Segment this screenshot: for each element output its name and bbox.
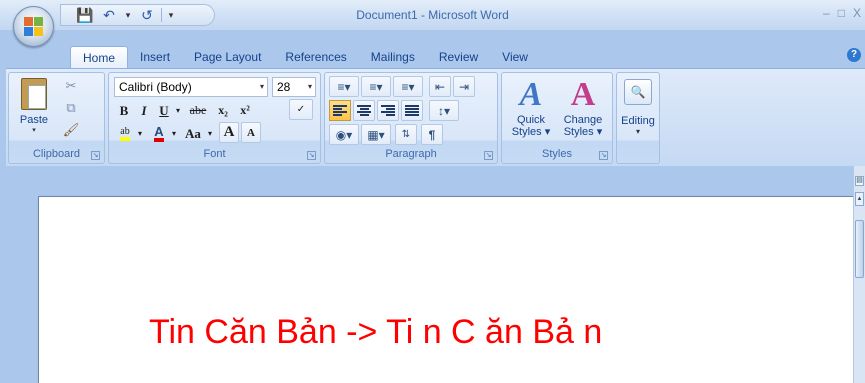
styles-group: A Quick Styles ▾ A Change Styles ▾ Style… <box>501 72 613 164</box>
paste-icon <box>21 78 47 110</box>
tab-references[interactable]: References <box>273 46 358 68</box>
tab-review[interactable]: Review <box>427 46 490 68</box>
shading-icon[interactable]: ◉▾ <box>329 124 359 145</box>
scroll-up-icon[interactable]: ▲ <box>855 192 864 206</box>
window-title: Document1 - Microsoft Word <box>356 8 509 22</box>
title-bar: 💾 ↶ ▾ ↺ ▾ Document1 - Microsoft Word – □… <box>0 0 865 30</box>
justify-icon[interactable] <box>401 100 423 121</box>
italic-button[interactable]: I <box>135 100 153 121</box>
shrink-font-button[interactable]: A <box>241 122 261 143</box>
clipboard-group-label: Clipboard <box>32 148 81 160</box>
chevron-down-icon: ▾ <box>635 127 640 136</box>
decrease-indent-icon[interactable]: ⇤ <box>429 76 451 97</box>
font-size-value: 28 <box>277 80 291 94</box>
tab-insert[interactable]: Insert <box>128 46 182 68</box>
document-page[interactable]: Tin Căn Bản -> Ti n C ăn Bả n <box>38 196 855 383</box>
quick-styles-icon: A <box>519 76 543 113</box>
superscript-button[interactable]: x² <box>235 100 255 121</box>
align-center-icon[interactable] <box>353 100 375 121</box>
underline-button[interactable]: U <box>155 100 173 121</box>
chevron-down-icon: ▾ <box>32 127 36 134</box>
editing-group[interactable]: 🔍 Editing ▾ <box>616 72 660 164</box>
dialog-launcher-icon[interactable]: ↘ <box>599 151 608 160</box>
change-case-button[interactable]: Aa <box>181 123 205 144</box>
change-styles-button[interactable]: A Change Styles ▾ <box>558 76 608 146</box>
clipboard-group: Paste ▾ ✂ ⧉ 🖌 Clipboard ↘ <box>8 72 105 164</box>
borders-icon[interactable]: ▦▾ <box>361 124 391 145</box>
chevron-down-icon[interactable]: ▾ <box>205 123 215 144</box>
chevron-down-icon[interactable]: ▾ <box>260 78 264 96</box>
vertical-scrollbar[interactable]: ▤ ▲ <box>853 166 865 383</box>
office-button[interactable] <box>13 6 54 47</box>
copy-icon[interactable]: ⧉ <box>61 98 81 118</box>
cut-icon[interactable]: ✂ <box>61 76 81 96</box>
quick-styles-button[interactable]: A Quick Styles ▾ <box>506 76 556 146</box>
tab-mailings[interactable]: Mailings <box>359 46 427 68</box>
show-marks-button[interactable]: ¶ <box>421 124 443 145</box>
strikethrough-button[interactable]: abe <box>185 100 211 121</box>
minimize-button[interactable]: – <box>823 6 830 20</box>
font-group: Calibri (Body) ▾ 28 ▾ B I U ▾ abe x₂ x² … <box>108 72 321 164</box>
bullets-icon[interactable]: ≡▾ <box>329 76 359 97</box>
styles-group-label: Styles <box>542 148 572 160</box>
align-left-icon[interactable] <box>329 100 351 121</box>
document-text[interactable]: Tin Căn Bản -> Ti n C ăn Bả n <box>149 313 602 352</box>
sort-icon[interactable]: ⇅ <box>395 124 417 145</box>
change-styles-icon: A <box>570 76 596 113</box>
dialog-launcher-icon[interactable]: ↘ <box>91 151 100 160</box>
office-logo-icon <box>24 17 44 37</box>
numbering-icon[interactable]: ≡▾ <box>361 76 391 97</box>
quick-styles-label-2: Styles <box>511 126 542 138</box>
font-color-icon[interactable]: A <box>149 123 169 144</box>
close-button[interactable]: X <box>853 6 861 20</box>
view-ruler-icon[interactable]: ▤ <box>855 176 864 186</box>
editing-label: Editing <box>621 115 655 127</box>
dialog-launcher-icon[interactable]: ↘ <box>484 151 493 160</box>
dialog-launcher-icon[interactable]: ↘ <box>307 151 316 160</box>
maximize-button[interactable]: □ <box>838 6 845 20</box>
subscript-button[interactable]: x₂ <box>213 100 233 121</box>
binoculars-icon: 🔍 <box>624 79 652 105</box>
change-styles-label-1: Change <box>563 114 603 126</box>
paragraph-group-label: Paragraph <box>385 148 437 160</box>
document-workspace: Tin Căn Bản -> Ti n C ăn Bả n <box>0 166 855 383</box>
paragraph-group: ≡▾ ≡▾ ≡▾ ⇤ ⇥ ↕▾ ◉▾ ▦▾ ⇅ ¶ Paragraph ↘ <box>324 72 498 164</box>
format-painter-icon[interactable]: 🖌 <box>61 120 81 140</box>
clear-formatting-icon[interactable]: ✓ <box>289 99 313 120</box>
paste-button[interactable]: Paste ▾ <box>13 76 55 146</box>
chevron-down-icon[interactable]: ▾ <box>308 78 312 96</box>
line-spacing-icon[interactable]: ↕▾ <box>429 100 459 121</box>
chevron-down-icon[interactable]: ▾ <box>169 123 179 144</box>
tab-view[interactable]: View <box>490 46 540 68</box>
chevron-down-icon[interactable]: ▾ <box>173 100 183 121</box>
scrollbar-thumb[interactable] <box>855 220 864 278</box>
bold-button[interactable]: B <box>115 100 133 121</box>
chevron-down-icon[interactable]: ▾ <box>135 123 145 144</box>
change-styles-label-2: Styles <box>563 126 594 138</box>
font-name-value: Calibri (Body) <box>119 80 192 94</box>
font-name-combo[interactable]: Calibri (Body) ▾ <box>114 77 268 97</box>
ribbon: Paste ▾ ✂ ⧉ 🖌 Clipboard ↘ Calibri (Body)… <box>6 68 865 166</box>
quick-styles-label-1: Quick <box>516 114 546 126</box>
grow-font-button[interactable]: A <box>219 122 239 143</box>
multilevel-list-icon[interactable]: ≡▾ <box>393 76 423 97</box>
paste-label: Paste <box>19 114 49 126</box>
font-size-combo[interactable]: 28 ▾ <box>272 77 316 97</box>
increase-indent-icon[interactable]: ⇥ <box>453 76 475 97</box>
align-right-icon[interactable] <box>377 100 399 121</box>
tab-home[interactable]: Home <box>70 46 129 69</box>
font-group-label: Font <box>203 148 226 160</box>
help-icon[interactable]: ? <box>847 48 861 62</box>
tab-page-layout[interactable]: Page Layout <box>182 46 273 68</box>
ribbon-tabs: Home Insert Page Layout References Maili… <box>70 46 540 69</box>
highlight-icon[interactable]: ab <box>115 123 135 144</box>
window-controls: – □ X <box>823 6 861 20</box>
